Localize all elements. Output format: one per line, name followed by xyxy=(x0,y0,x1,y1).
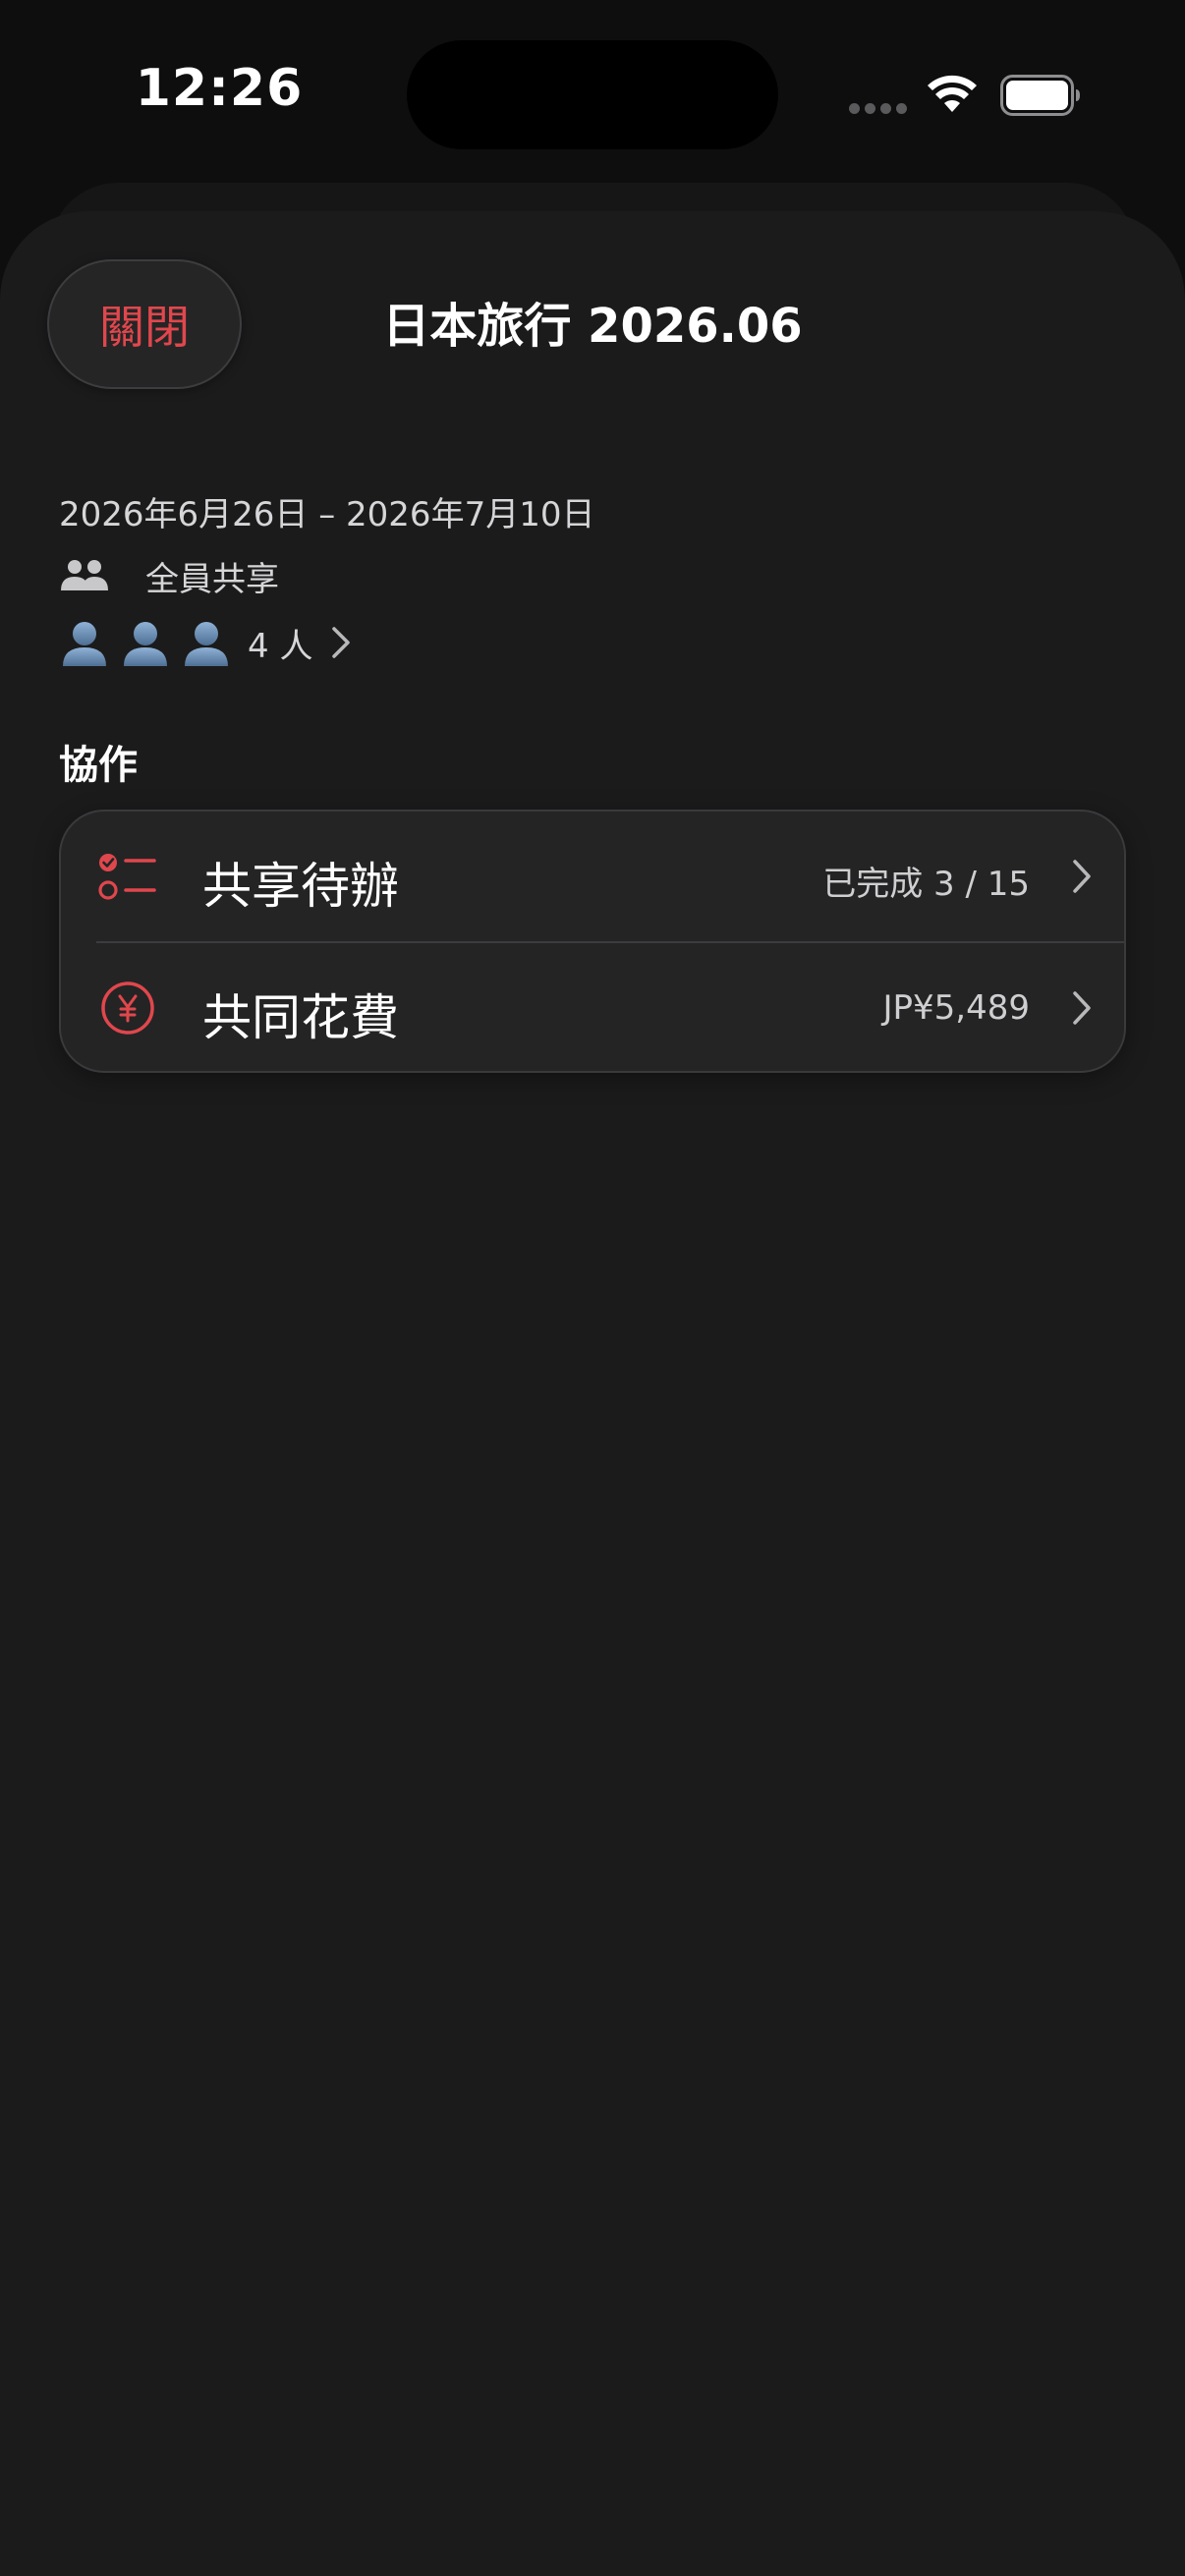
chevron-right-icon xyxy=(1073,991,1091,1025)
shared-expense-label: 共同花費 xyxy=(202,989,399,1046)
shared-todo-row[interactable]: 共享待辦 已完成 3 / 15 xyxy=(61,812,1124,941)
page-title: 日本旅行 2026.06 xyxy=(382,299,803,354)
cellular-signal-icon xyxy=(849,103,908,115)
people-icon xyxy=(61,560,108,590)
shared-expense-row[interactable]: 共同花費 JP¥5,489 xyxy=(61,943,1124,1071)
collaboration-card: 共享待辦 已完成 3 / 15 共同花費 JP¥5,489 xyxy=(59,810,1126,1073)
members-button[interactable]: 4 人 xyxy=(59,615,352,670)
status-time: 12:26 xyxy=(135,59,304,118)
share-label: 全員共享 xyxy=(145,559,279,599)
close-button[interactable]: 關閉 xyxy=(47,259,242,389)
battery-icon xyxy=(1000,75,1080,116)
todo-progress: 已完成 3 / 15 xyxy=(822,865,1030,904)
shared-todo-label: 共享待辦 xyxy=(202,858,399,915)
dynamic-island xyxy=(407,40,778,149)
trip-date-range: 2026年6月26日 – 2026年7月10日 xyxy=(59,495,595,534)
avatar-icon xyxy=(124,622,167,666)
member-count: 4 人 xyxy=(248,626,313,666)
chevron-right-icon xyxy=(1073,860,1091,893)
wifi-icon xyxy=(928,75,977,112)
avatar-icon xyxy=(185,622,228,666)
avatar-icon xyxy=(63,622,106,666)
share-status: 全員共享 xyxy=(59,552,279,599)
checklist-icon xyxy=(98,854,156,900)
expense-total: JP¥5,489 xyxy=(882,988,1031,1028)
section-header-collaboration: 協作 xyxy=(59,743,138,788)
chevron-right-icon xyxy=(332,627,351,658)
yen-circle-icon xyxy=(101,981,154,1035)
status-bar: 12:26 xyxy=(0,0,1185,196)
